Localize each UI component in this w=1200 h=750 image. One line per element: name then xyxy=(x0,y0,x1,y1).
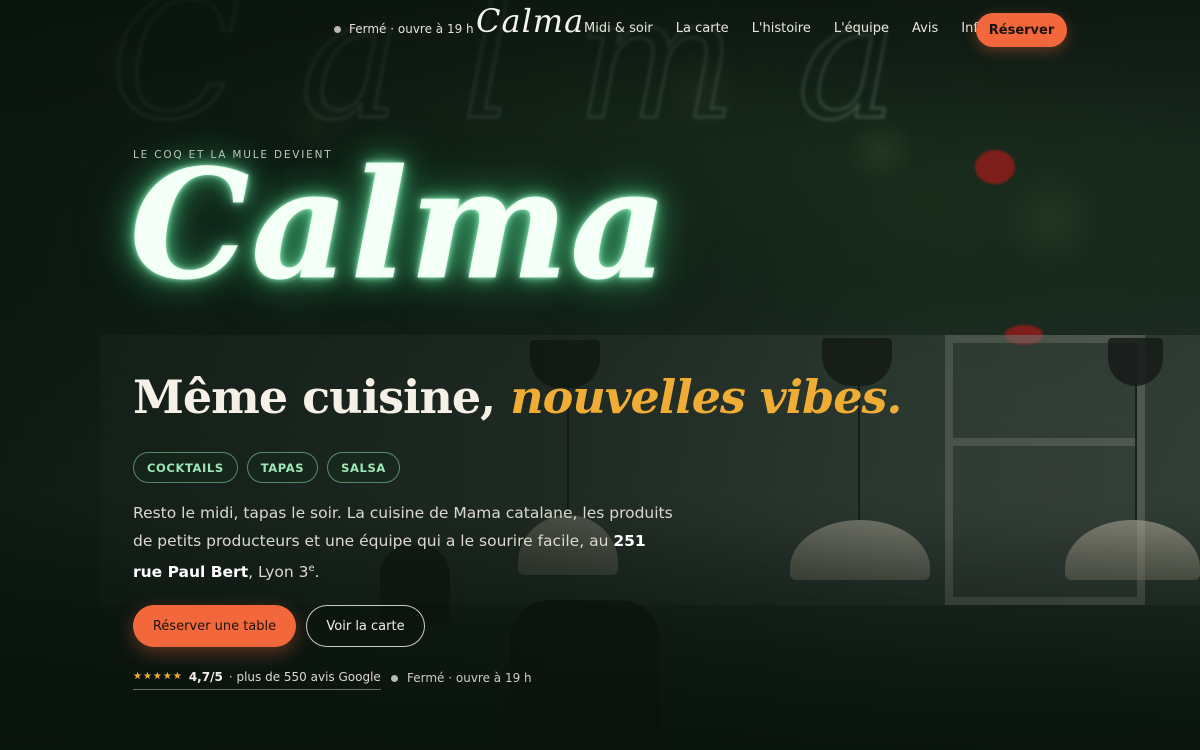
description-text: Resto le midi, tapas le soir. La cuisine… xyxy=(133,504,673,550)
opening-status: Fermé · ouvre à 19 h xyxy=(334,22,474,36)
tag-tapas: TAPAS xyxy=(246,452,319,483)
nav-link-la-carte[interactable]: La carte xyxy=(676,21,729,36)
opening-status-text: Fermé · ouvre à 19 h xyxy=(349,22,474,36)
description-city: , Lyon 3 xyxy=(248,563,309,582)
reserve-button[interactable]: Réserver xyxy=(976,13,1067,47)
reserve-table-button[interactable]: Réserver une table xyxy=(133,605,296,647)
star-icon: ★★★★★ xyxy=(133,671,183,682)
hero-neon-title: Calma xyxy=(129,137,670,313)
nav-link-equipe[interactable]: L'équipe xyxy=(834,21,889,36)
tag-list: COCKTAILS TAPAS SALSA xyxy=(133,452,400,483)
hero-headline: Même cuisine, nouvelles vibes. xyxy=(133,370,902,424)
google-rating[interactable]: ★★★★★ 4,7/5 · plus de 550 avis Google xyxy=(133,668,381,690)
nav-link-histoire[interactable]: L'histoire xyxy=(752,21,811,36)
rating-text: · plus de 550 avis Google xyxy=(228,669,381,684)
hero-opening-status-text: Fermé · ouvre à 19 h xyxy=(407,671,532,685)
tag-salsa: SALSA xyxy=(327,452,400,483)
nav-link-midi-soir[interactable]: Midi & soir xyxy=(584,21,653,36)
rating-score: 4,7/5 xyxy=(188,669,223,684)
view-menu-button[interactable]: Voir la carte xyxy=(306,605,425,647)
hero-description: Resto le midi, tapas le soir. La cuisine… xyxy=(133,500,678,587)
status-dot-icon xyxy=(334,25,341,33)
headline-accent: nouvelles vibes. xyxy=(510,370,902,424)
hero-opening-status: Fermé · ouvre à 19 h xyxy=(391,671,532,685)
logo[interactable]: Calma xyxy=(476,2,584,40)
nav-links: Midi & soir La carte L'histoire L'équipe… xyxy=(584,21,1016,36)
status-dot-icon xyxy=(391,674,398,682)
top-nav: Fermé · ouvre à 19 h Calma Midi & soir L… xyxy=(0,0,1200,60)
headline-main: Même cuisine, xyxy=(133,370,496,424)
tag-cocktails: COCKTAILS xyxy=(133,452,238,483)
nav-link-avis[interactable]: Avis xyxy=(912,21,938,36)
description-end: . xyxy=(314,563,320,582)
